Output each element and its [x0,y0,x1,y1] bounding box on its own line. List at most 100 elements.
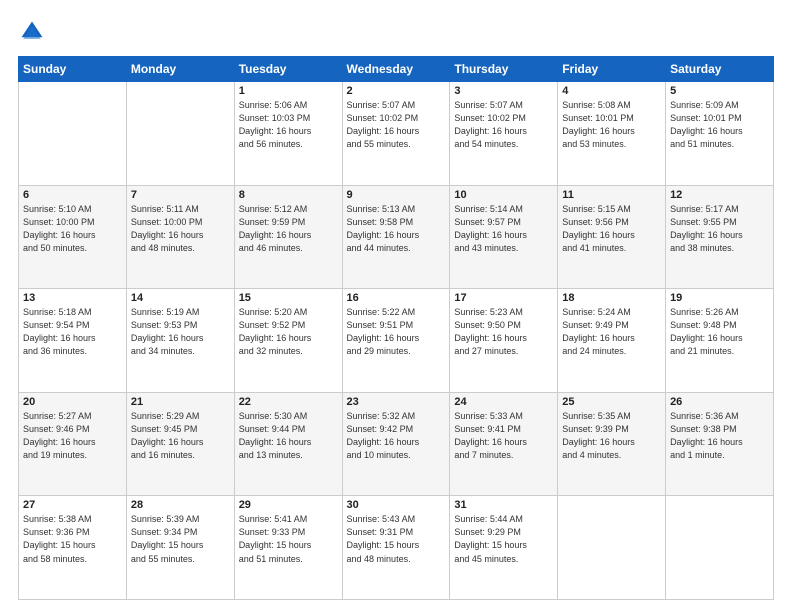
day-number: 8 [239,189,338,201]
calendar-cell: 25 Sunrise: 5:35 AM Sunset: 9:39 PM Dayli… [558,392,666,496]
day-info: Sunrise: 5:15 AM Sunset: 9:56 PM Dayligh… [562,203,661,255]
calendar-cell: 24Sunrise: 5:33 AM Sunset: 9:41 PM Dayli… [450,392,558,496]
day-number: 6 [23,189,122,201]
day-info: Sunrise: 5:24 AM Sunset: 9:49 PM Dayligh… [562,306,661,358]
day-info: Sunrise: 5:08 AM Sunset: 10:01 PM Daylig… [562,99,661,151]
calendar-cell: 7 Sunrise: 5:11 AM Sunset: 10:00 PM Dayli… [126,185,234,289]
calendar-cell: 13 Sunrise: 5:18 AM Sunset: 9:54 PM Dayli… [19,289,127,393]
calendar-cell: 16 Sunrise: 5:22 AM Sunset: 9:51 PM Dayli… [342,289,450,393]
calendar-cell [126,82,234,186]
day-info: Sunrise: 5:13 AM Sunset: 9:58 PM Dayligh… [347,203,446,255]
day-info: Sunrise: 5:33 AM Sunset: 9:41 PM Dayligh… [454,410,553,462]
logo [18,18,50,46]
week-row-5: 27Sunrise: 5:38 AM Sunset: 9:36 PM Dayli… [19,496,774,600]
day-info: Sunrise: 5:38 AM Sunset: 9:36 PM Dayligh… [23,513,122,565]
day-info: Sunrise: 5:29 AM Sunset: 9:45 PM Dayligh… [131,410,230,462]
day-info: Sunrise: 5:35 AM Sunset: 9:39 PM Dayligh… [562,410,661,462]
header-day-friday: Friday [558,57,666,82]
day-info: Sunrise: 5:44 AM Sunset: 9:29 PM Dayligh… [454,513,553,565]
calendar-cell: 19Sunrise: 5:26 AM Sunset: 9:48 PM Dayli… [666,289,774,393]
day-info: Sunrise: 5:14 AM Sunset: 9:57 PM Dayligh… [454,203,553,255]
calendar-cell: 15 Sunrise: 5:20 AM Sunset: 9:52 PM Dayli… [234,289,342,393]
day-number: 25 [562,396,661,408]
day-info: Sunrise: 5:36 AM Sunset: 9:38 PM Dayligh… [670,410,769,462]
header-day-wednesday: Wednesday [342,57,450,82]
week-row-1: 1 Sunrise: 5:06 AM Sunset: 10:03 PM Dayli… [19,82,774,186]
logo-icon [18,18,46,46]
day-number: 29 [239,499,338,511]
calendar-cell: 12Sunrise: 5:17 AM Sunset: 9:55 PM Dayli… [666,185,774,289]
day-number: 17 [454,292,553,304]
day-info: Sunrise: 5:32 AM Sunset: 9:42 PM Dayligh… [347,410,446,462]
header-day-sunday: Sunday [19,57,127,82]
day-number: 28 [131,499,230,511]
day-number: 16 [347,292,446,304]
calendar-cell: 26 Sunrise: 5:36 AM Sunset: 9:38 PM Dayli… [666,392,774,496]
calendar-cell: 28 Sunrise: 5:39 AM Sunset: 9:34 PM Dayli… [126,496,234,600]
calendar-cell: 8 Sunrise: 5:12 AM Sunset: 9:59 PM Daylig… [234,185,342,289]
day-info: Sunrise: 5:10 AM Sunset: 10:00 PM Daylig… [23,203,122,255]
day-number: 1 [239,85,338,97]
day-number: 2 [347,85,446,97]
day-number: 20 [23,396,122,408]
day-number: 9 [347,189,446,201]
day-number: 23 [347,396,446,408]
day-info: Sunrise: 5:19 AM Sunset: 9:53 PM Dayligh… [131,306,230,358]
calendar-cell: 22 Sunrise: 5:30 AM Sunset: 9:44 PM Dayli… [234,392,342,496]
day-info: Sunrise: 5:09 AM Sunset: 10:01 PM Daylig… [670,99,769,151]
day-number: 11 [562,189,661,201]
calendar-cell: 17Sunrise: 5:23 AM Sunset: 9:50 PM Dayli… [450,289,558,393]
day-info: Sunrise: 5:43 AM Sunset: 9:31 PM Dayligh… [347,513,446,565]
day-number: 10 [454,189,553,201]
week-row-3: 13 Sunrise: 5:18 AM Sunset: 9:54 PM Dayli… [19,289,774,393]
day-info: Sunrise: 5:20 AM Sunset: 9:52 PM Dayligh… [239,306,338,358]
day-number: 5 [670,85,769,97]
calendar-cell: 1 Sunrise: 5:06 AM Sunset: 10:03 PM Dayli… [234,82,342,186]
day-number: 21 [131,396,230,408]
calendar-cell [19,82,127,186]
calendar-cell [558,496,666,600]
calendar-header-row: SundayMondayTuesdayWednesdayThursdayFrid… [19,57,774,82]
calendar-cell: 6 Sunrise: 5:10 AM Sunset: 10:00 PM Dayli… [19,185,127,289]
day-number: 15 [239,292,338,304]
calendar-cell: 23 Sunrise: 5:32 AM Sunset: 9:42 PM Dayli… [342,392,450,496]
calendar-cell: 29 Sunrise: 5:41 AM Sunset: 9:33 PM Dayli… [234,496,342,600]
calendar-cell: 20 Sunrise: 5:27 AM Sunset: 9:46 PM Dayli… [19,392,127,496]
day-number: 7 [131,189,230,201]
week-row-4: 20 Sunrise: 5:27 AM Sunset: 9:46 PM Dayli… [19,392,774,496]
day-number: 13 [23,292,122,304]
header-day-tuesday: Tuesday [234,57,342,82]
day-info: Sunrise: 5:07 AM Sunset: 10:02 PM Daylig… [454,99,553,151]
page: SundayMondayTuesdayWednesdayThursdayFrid… [0,0,792,612]
day-number: 26 [670,396,769,408]
header-day-monday: Monday [126,57,234,82]
calendar-cell: 4Sunrise: 5:08 AM Sunset: 10:01 PM Dayli… [558,82,666,186]
week-row-2: 6 Sunrise: 5:10 AM Sunset: 10:00 PM Dayli… [19,185,774,289]
calendar-cell: 2Sunrise: 5:07 AM Sunset: 10:02 PM Dayli… [342,82,450,186]
day-info: Sunrise: 5:39 AM Sunset: 9:34 PM Dayligh… [131,513,230,565]
calendar-table: SundayMondayTuesdayWednesdayThursdayFrid… [18,56,774,600]
day-info: Sunrise: 5:26 AM Sunset: 9:48 PM Dayligh… [670,306,769,358]
day-info: Sunrise: 5:11 AM Sunset: 10:00 PM Daylig… [131,203,230,255]
day-number: 14 [131,292,230,304]
day-info: Sunrise: 5:12 AM Sunset: 9:59 PM Dayligh… [239,203,338,255]
day-number: 22 [239,396,338,408]
calendar-cell: 14 Sunrise: 5:19 AM Sunset: 9:53 PM Dayli… [126,289,234,393]
day-info: Sunrise: 5:41 AM Sunset: 9:33 PM Dayligh… [239,513,338,565]
calendar-cell: 27Sunrise: 5:38 AM Sunset: 9:36 PM Dayli… [19,496,127,600]
calendar-cell: 3 Sunrise: 5:07 AM Sunset: 10:02 PM Dayli… [450,82,558,186]
day-number: 12 [670,189,769,201]
calendar-cell: 10 Sunrise: 5:14 AM Sunset: 9:57 PM Dayli… [450,185,558,289]
day-info: Sunrise: 5:30 AM Sunset: 9:44 PM Dayligh… [239,410,338,462]
day-number: 31 [454,499,553,511]
day-info: Sunrise: 5:06 AM Sunset: 10:03 PM Daylig… [239,99,338,151]
day-number: 3 [454,85,553,97]
day-info: Sunrise: 5:27 AM Sunset: 9:46 PM Dayligh… [23,410,122,462]
header-day-thursday: Thursday [450,57,558,82]
day-info: Sunrise: 5:22 AM Sunset: 9:51 PM Dayligh… [347,306,446,358]
header [18,18,774,46]
day-info: Sunrise: 5:18 AM Sunset: 9:54 PM Dayligh… [23,306,122,358]
calendar-cell: 9 Sunrise: 5:13 AM Sunset: 9:58 PM Daylig… [342,185,450,289]
calendar-cell: 31 Sunrise: 5:44 AM Sunset: 9:29 PM Dayli… [450,496,558,600]
day-number: 18 [562,292,661,304]
